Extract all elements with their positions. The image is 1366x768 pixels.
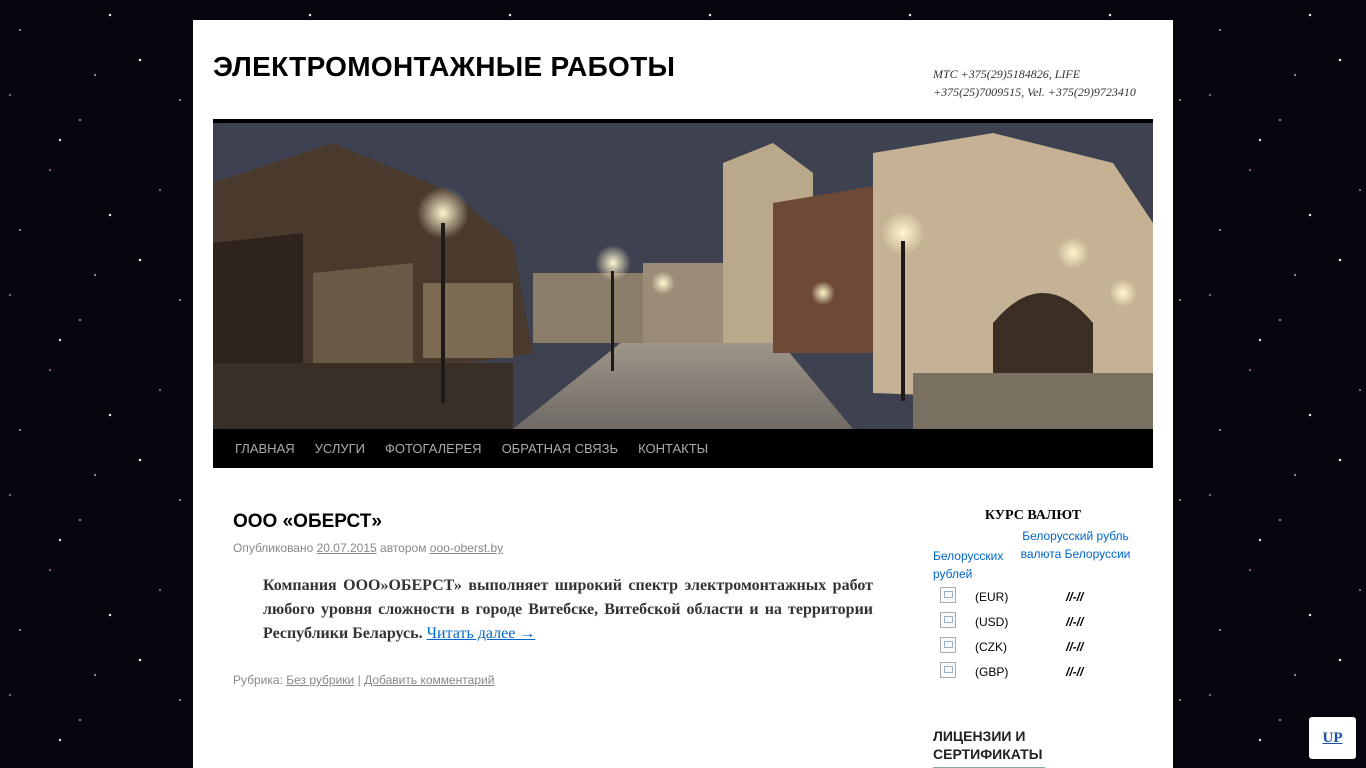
- category-link[interactable]: Без рубрики: [286, 673, 354, 687]
- currency-units-link[interactable]: Белорусских рублей: [933, 547, 1023, 583]
- author-label: автором: [380, 541, 427, 555]
- post-footer: Рубрика: Без рубрики | Добавить коммента…: [233, 671, 873, 689]
- flag-icon: [940, 587, 956, 603]
- menu-item-gallery[interactable]: ФОТОГАЛЕРЕЯ: [375, 429, 492, 468]
- post-date-link[interactable]: 20.07.2015: [317, 541, 377, 555]
- currency-header: Белорусский рубль валюта Белоруссии Бело…: [933, 525, 1133, 585]
- currency-row: (EUR) //-//: [933, 585, 1133, 610]
- currency-row: (CZK) //-//: [933, 635, 1133, 660]
- currency-value: //-//: [1066, 665, 1084, 679]
- category-label: Рубрика:: [233, 673, 283, 687]
- header-banner-image: [213, 123, 1153, 429]
- currency-logo-link[interactable]: Белорусский рубль валюта Белоруссии: [1018, 527, 1133, 563]
- published-label: Опубликовано: [233, 541, 314, 555]
- main-navigation: ГЛАВНАЯ УСЛУГИ ФОТОГАЛЕРЕЯ ОБРАТНАЯ СВЯЗ…: [213, 429, 1153, 468]
- post-title[interactable]: ООО «ОБЕРСТ»: [233, 505, 873, 539]
- post-meta: Опубликовано 20.07.2015 автором ooo-ober…: [233, 539, 873, 557]
- page-wrapper: ЭЛЕКТРОМОНТАЖНЫЕ РАБОТЫ МТС +375(29)5184…: [193, 20, 1173, 768]
- licenses-widget-title: ЛИЦЕНЗИИ И СЕРТИФИКАТЫ: [933, 728, 1043, 762]
- menu-item-feedback[interactable]: ОБРАТНАЯ СВЯЗЬ: [492, 429, 629, 468]
- post-summary: Компания ООО»ОБЕРСТ» выполняет широкий с…: [263, 574, 873, 646]
- scroll-up-button[interactable]: UP: [1309, 717, 1356, 759]
- menu-item-home[interactable]: ГЛАВНАЯ: [225, 429, 305, 468]
- main-content: ООО «ОБЕРСТ» Опубликовано 20.07.2015 авт…: [233, 505, 873, 689]
- sidebar: КУРС ВАЛЮТ Белорусский рубль валюта Бело…: [933, 507, 1133, 768]
- currency-row: (GBP) //-//: [933, 660, 1133, 685]
- currency-row: (USD) //-//: [933, 610, 1133, 635]
- add-comment-link[interactable]: Добавить комментарий: [364, 673, 494, 687]
- footer-separator: |: [357, 673, 361, 687]
- currency-value: //-//: [1066, 615, 1084, 629]
- menu-list: ГЛАВНАЯ УСЛУГИ ФОТОГАЛЕРЕЯ ОБРАТНАЯ СВЯЗ…: [213, 429, 1153, 468]
- post-summary-text: Компания ООО»ОБЕРСТ» выполняет широкий с…: [263, 577, 873, 642]
- currency-code: (EUR): [975, 590, 1009, 604]
- site-title[interactable]: ЭЛЕКТРОМОНТАЖНЫЕ РАБОТЫ: [213, 51, 675, 83]
- currency-widget-title: КУРС ВАЛЮТ: [984, 508, 1082, 523]
- flag-icon: [940, 662, 956, 678]
- read-more-link[interactable]: Читать далее →: [427, 625, 536, 642]
- post-author-link[interactable]: ooo-oberst.by: [430, 541, 503, 555]
- menu-item-services[interactable]: УСЛУГИ: [305, 429, 375, 468]
- currency-code: (CZK): [975, 640, 1007, 654]
- flag-icon: [940, 612, 956, 628]
- flag-icon: [940, 637, 956, 653]
- currency-code: (USD): [975, 615, 1009, 629]
- currency-value: //-//: [1066, 590, 1084, 604]
- currency-value: //-//: [1066, 640, 1084, 654]
- menu-item-contacts[interactable]: КОНТАКТЫ: [628, 429, 718, 468]
- site-description: МТС +375(29)5184826, LIFE +375(25)700951…: [933, 67, 1136, 99]
- currency-code: (GBP): [975, 665, 1009, 679]
